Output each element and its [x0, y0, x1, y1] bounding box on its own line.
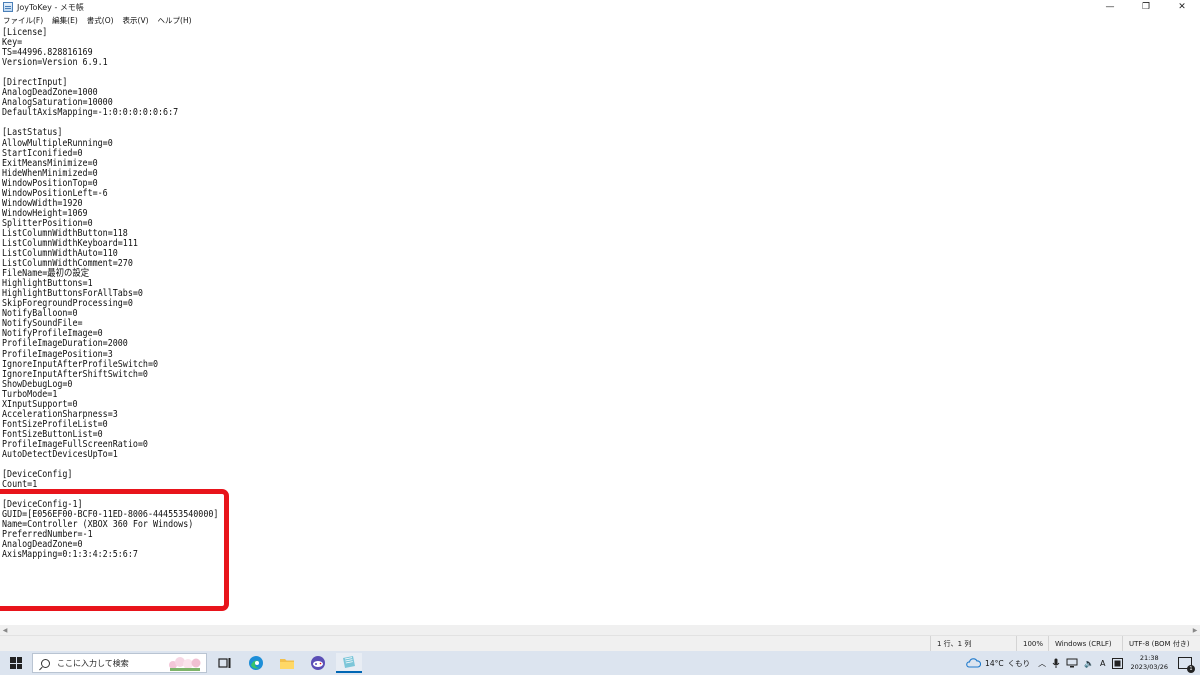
file-explorer-icon[interactable] [274, 653, 300, 673]
weather-condition: くもり [1007, 658, 1031, 668]
menu-help[interactable]: ヘルプ(H) [158, 15, 192, 26]
joytokey-app-icon[interactable] [305, 653, 331, 673]
text-line: AxisMapping=0:1:3:4:2:5:6:7 [2, 549, 138, 561]
clock[interactable]: 21:38 2023/03/26 [1131, 654, 1168, 672]
window-title: JoyToKey - メモ帳 [17, 2, 84, 12]
ime-pad-icon[interactable] [1111, 657, 1123, 669]
text-line: Count=1 [2, 479, 38, 491]
clock-date: 2023/03/26 [1130, 663, 1168, 671]
menu-file[interactable]: ファイル(F) [3, 15, 43, 26]
text-line: Version=Version 6.9.1 [2, 57, 108, 69]
search-highlight-image-icon [169, 657, 201, 671]
minimize-button[interactable]: — [1092, 0, 1128, 14]
scroll-right-icon[interactable]: ▶ [1190, 625, 1200, 635]
start-button[interactable] [0, 651, 32, 675]
taskbar-search[interactable]: ここに入力して検索 [32, 653, 207, 673]
weather-widget[interactable]: 14°C くもり [965, 658, 1030, 669]
edge-browser-icon[interactable] [243, 653, 269, 673]
windows-logo-icon [10, 657, 22, 669]
horizontal-scrollbar[interactable]: ◀ ▶ [0, 625, 1200, 635]
system-tray: 14°C くもり ︿ 🔈 A 21:38 2023/03/26 1 [965, 651, 1200, 675]
close-button[interactable]: ✕ [1164, 0, 1200, 14]
scroll-left-icon[interactable]: ◀ [0, 625, 10, 635]
cloud-icon [966, 658, 982, 668]
tray-icons: ︿ 🔈 A [1038, 657, 1123, 669]
menu-edit[interactable]: 編集(E) [52, 15, 78, 26]
task-view-icon[interactable] [212, 653, 238, 673]
search-placeholder: ここに入力して検索 [57, 658, 129, 668]
ime-indicator[interactable]: A [1100, 659, 1105, 668]
microphone-icon[interactable] [1052, 658, 1060, 668]
notepad-icon [3, 2, 13, 12]
zoom-level: 100% [1016, 636, 1048, 652]
notification-count: 1 [1187, 665, 1195, 673]
title-bar: JoyToKey - メモ帳 — ❐ ✕ [0, 0, 1200, 14]
text-line: [License] [2, 27, 48, 38]
maximize-button[interactable]: ❐ [1128, 0, 1164, 14]
menu-view[interactable]: 表示(V) [123, 15, 149, 26]
text-editor[interactable]: [License] Key= TS=44996.828816169 Version=V… [0, 27, 1200, 625]
weather-temperature: 14°C [985, 658, 1004, 668]
text-line: ProfileImageDuration=2000 [2, 338, 128, 350]
notepad-taskbar-icon[interactable] [336, 653, 362, 673]
line-ending: Windows (CRLF) [1048, 636, 1122, 652]
cursor-position: 1 行、1 列 [930, 636, 1016, 652]
search-icon [41, 658, 50, 668]
text-line: DefaultAxisMapping=-1:0:0:0:0:0:6:7 [2, 107, 179, 119]
clock-time: 21:38 [1139, 654, 1159, 662]
text-line: AutoDetectDevicesUpTo=1 [2, 448, 118, 460]
document-text: [License] Key= TS=44996.828816169 Version=V… [2, 27, 218, 561]
menu-format[interactable]: 書式(O) [87, 15, 114, 26]
volume-icon[interactable]: 🔈 [1084, 659, 1094, 668]
chevron-up-icon[interactable]: ︿ [1038, 658, 1046, 669]
text-line: [LastStatus] [2, 127, 63, 139]
menu-bar: ファイル(F) 編集(E) 書式(O) 表示(V) ヘルプ(H) [0, 14, 1200, 27]
status-bar: 1 行、1 列 100% Windows (CRLF) UTF-8 (BOM 付… [0, 635, 1200, 652]
taskbar: ここに入力して検索 14°C くもり ︿ 🔈 A 21:38 2023/03/2… [0, 651, 1200, 675]
notification-icon[interactable]: 1 [1178, 657, 1195, 673]
network-icon[interactable] [1066, 658, 1078, 668]
encoding: UTF-8 (BOM 付き) [1122, 636, 1200, 652]
window-controls: — ❐ ✕ [1092, 0, 1200, 14]
